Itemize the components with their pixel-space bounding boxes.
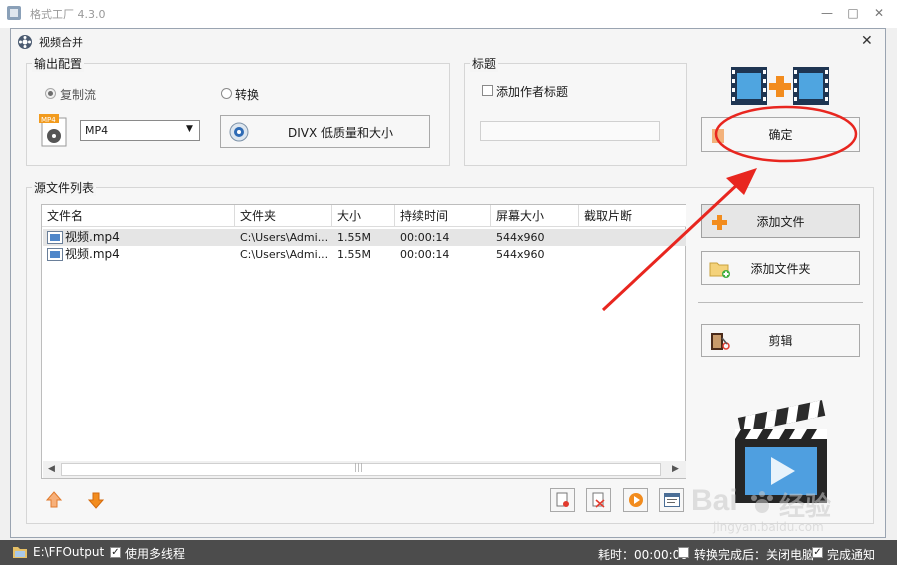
cell-duration: 00:00:14 bbox=[400, 248, 450, 261]
move-up-icon[interactable] bbox=[46, 491, 62, 509]
mp4-file-icon: MP4 bbox=[39, 114, 67, 147]
divider bbox=[698, 302, 863, 303]
edit-label: 剪辑 bbox=[768, 334, 793, 348]
title-group-label: 标题 bbox=[470, 55, 499, 72]
cell-folder: C:\Users\Admi... bbox=[240, 248, 328, 261]
add-folder-button[interactable]: 添加文件夹 bbox=[701, 251, 860, 285]
paw-icon bbox=[751, 491, 773, 513]
move-down-icon[interactable] bbox=[88, 491, 104, 509]
column-header-filename[interactable]: 文件名 bbox=[42, 205, 235, 227]
watermark-brand-2: 经验 bbox=[779, 492, 832, 522]
output-path[interactable]: E:\FFOutput bbox=[33, 545, 104, 559]
app-titlebar: 格式工厂 4.3.0 — □ ✕ bbox=[0, 0, 897, 28]
format-select[interactable]: MP4 ▼ bbox=[80, 120, 200, 141]
cell-resolution: 544x960 bbox=[496, 248, 545, 261]
copy-stream-radio[interactable]: 复制流 bbox=[45, 87, 125, 102]
app-title: 格式工厂 4.3.0 bbox=[30, 8, 106, 21]
elapsed-time: 耗时：00:00:00 bbox=[598, 548, 688, 562]
confirm-button[interactable]: 确定 bbox=[701, 117, 860, 152]
app-logo-icon bbox=[7, 6, 21, 20]
column-header-resolution[interactable]: 屏幕大小 bbox=[491, 205, 579, 227]
column-header-folder[interactable]: 文件夹 bbox=[235, 205, 332, 227]
dialog-title: 视频合并 bbox=[39, 36, 83, 49]
clear-list-button[interactable] bbox=[586, 488, 611, 512]
close-app-button[interactable]: ✕ bbox=[872, 6, 886, 20]
svg-text:MP4: MP4 bbox=[41, 116, 56, 124]
checkbox-box bbox=[482, 85, 493, 96]
add-author-title-checkbox[interactable]: 添加作者标题 bbox=[482, 84, 602, 99]
notify-checkbox[interactable]: ✓ bbox=[812, 547, 823, 558]
column-header-duration[interactable]: 持续时间 bbox=[395, 205, 491, 227]
cell-duration: 00:00:14 bbox=[400, 231, 450, 244]
output-config-label: 输出配置 bbox=[32, 55, 85, 72]
title-group bbox=[464, 63, 687, 166]
cell-folder: C:\Users\Admi... bbox=[240, 231, 328, 244]
table-row[interactable]: 视频.mp4 C:\Users\Admi... 1.55M 00:00:14 5… bbox=[43, 246, 686, 263]
scroll-left-icon[interactable]: ◀ bbox=[48, 464, 55, 474]
confirm-label: 确定 bbox=[768, 128, 793, 142]
play-button[interactable] bbox=[623, 488, 648, 512]
shutdown-checkbox[interactable] bbox=[678, 547, 689, 558]
clear-list-icon bbox=[592, 492, 605, 508]
plus-icon bbox=[712, 215, 727, 230]
add-author-title-label: 添加作者标题 bbox=[496, 85, 569, 99]
gear-icon bbox=[229, 122, 249, 142]
scroll-right-icon[interactable]: ▶ bbox=[672, 464, 679, 474]
cell-filename: 视频.mp4 bbox=[65, 247, 120, 261]
maximize-button[interactable]: □ bbox=[846, 6, 860, 20]
radio-circle bbox=[221, 88, 232, 99]
folder-add-icon bbox=[709, 262, 730, 278]
remove-file-icon bbox=[556, 492, 569, 507]
scrollbar-thumb[interactable]: ||| bbox=[61, 463, 661, 476]
play-icon bbox=[628, 493, 643, 507]
column-header-size[interactable]: 大小 bbox=[332, 205, 395, 227]
merge-dialog: 视频合并 ✕ 输出配置 复制流 转换 MP4 MP4 ▼ DIVX 低质量和大小… bbox=[10, 28, 886, 538]
info-window-icon bbox=[663, 493, 680, 507]
film-reel-icon bbox=[18, 35, 32, 49]
cell-filename: 视频.mp4 bbox=[65, 230, 120, 244]
video-file-icon bbox=[47, 231, 63, 244]
scissors-film-icon bbox=[711, 333, 730, 350]
video-file-icon bbox=[47, 248, 63, 261]
cell-size: 1.55M bbox=[337, 231, 371, 244]
chevron-down-icon: ▼ bbox=[186, 124, 193, 134]
watermark: Bai 经验 jingyan.baidu.com bbox=[691, 484, 861, 536]
minimize-button[interactable]: — bbox=[820, 6, 834, 20]
watermark-brand: Bai bbox=[691, 484, 738, 517]
multithread-checkbox[interactable]: ✓ bbox=[110, 547, 121, 558]
add-file-button[interactable]: 添加文件 bbox=[701, 204, 860, 238]
preset-label: DIVX 低质量和大小 bbox=[288, 126, 394, 140]
convert-radio[interactable]: 转换 bbox=[221, 87, 281, 102]
confirm-icon bbox=[712, 129, 724, 143]
dialog-close-button[interactable]: ✕ bbox=[861, 33, 873, 49]
video-merge-logo-icon bbox=[731, 67, 829, 105]
folder-icon bbox=[13, 547, 27, 558]
source-list-label: 源文件列表 bbox=[32, 179, 97, 196]
cell-size: 1.55M bbox=[337, 248, 371, 261]
radio-circle bbox=[45, 88, 56, 99]
column-header-clip[interactable]: 截取片断 bbox=[579, 205, 686, 227]
add-folder-label: 添加文件夹 bbox=[750, 261, 811, 276]
media-info-button[interactable] bbox=[659, 488, 684, 512]
horizontal-scrollbar[interactable]: ◀ ||| ▶ bbox=[43, 461, 686, 478]
watermark-url: jingyan.baidu.com bbox=[713, 520, 824, 534]
title-input[interactable] bbox=[480, 121, 660, 141]
grip-icon: ||| bbox=[354, 463, 364, 473]
multithread-label: 使用多线程 bbox=[125, 547, 186, 561]
preset-button[interactable]: DIVX 低质量和大小 bbox=[220, 115, 430, 148]
shutdown-label: 转换完成后：关闭电脑 bbox=[694, 548, 815, 562]
cell-resolution: 544x960 bbox=[496, 231, 545, 244]
format-selected-value: MP4 bbox=[85, 124, 109, 137]
copy-stream-label: 复制流 bbox=[60, 88, 97, 102]
remove-file-button[interactable] bbox=[550, 488, 575, 512]
source-file-table: 文件名 文件夹 大小 持续时间 屏幕大小 截取片断 视频.mp4 C:\User… bbox=[41, 204, 686, 479]
notify-label: 完成通知 bbox=[827, 548, 876, 562]
edit-button[interactable]: 剪辑 bbox=[701, 324, 860, 357]
add-file-label: 添加文件 bbox=[756, 214, 805, 229]
table-row[interactable]: 视频.mp4 C:\Users\Admi... 1.55M 00:00:14 5… bbox=[43, 229, 686, 246]
status-bar: E:\FFOutput ✓ 使用多线程 耗时：00:00:00 转换完成后：关闭… bbox=[0, 540, 897, 565]
convert-label: 转换 bbox=[235, 88, 260, 102]
